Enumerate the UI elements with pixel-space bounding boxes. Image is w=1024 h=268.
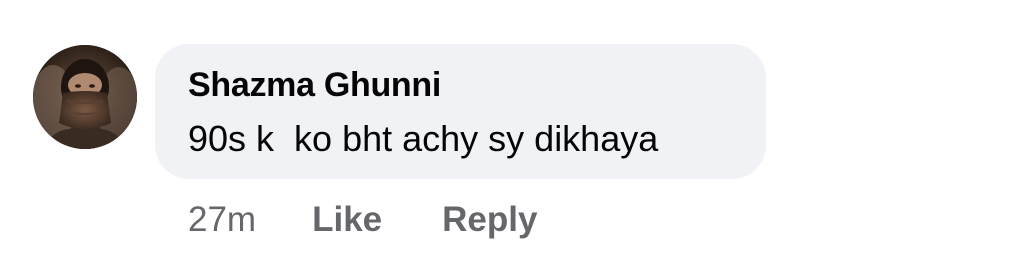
comment-text: 90s k ko bht achy sy dikhaya	[188, 118, 659, 159]
comment-actions: 27m Like Reply	[188, 198, 597, 242]
avatar[interactable]	[33, 45, 137, 149]
comment-timestamp[interactable]: 27m	[188, 200, 256, 240]
comment-bubble: Shazma Ghunni 90s k ko bht achy sy dikha…	[155, 44, 766, 179]
avatar-photo	[33, 45, 137, 149]
comment: Shazma Ghunni 90s k ko bht achy sy dikha…	[0, 0, 1024, 268]
comment-author[interactable]: Shazma Ghunni	[188, 66, 441, 105]
like-button[interactable]: Like	[312, 200, 382, 240]
reply-button[interactable]: Reply	[442, 200, 537, 240]
